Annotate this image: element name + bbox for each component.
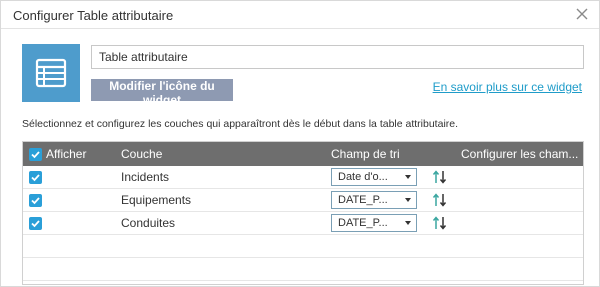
learn-more-link[interactable]: En savoir plus sur ce widget <box>433 80 582 94</box>
layer-name: Equipements <box>121 193 192 207</box>
sort-field-select[interactable]: DATE_P... <box>331 214 417 232</box>
row-show-checkbox[interactable] <box>29 171 42 184</box>
layer-name: Incidents <box>121 170 170 184</box>
widget-icon <box>22 44 80 102</box>
select-all-checkbox[interactable] <box>29 148 42 161</box>
table-row: Equipements DATE_P... <box>23 189 583 212</box>
dialog-titlebar: Configurer Table attributaire <box>1 1 599 29</box>
chevron-down-icon <box>405 221 411 225</box>
table-row: Incidents Date d'o... <box>23 166 583 189</box>
close-icon[interactable] <box>573 5 591 23</box>
row-show-checkbox[interactable] <box>29 194 42 207</box>
checkmark-icon <box>31 220 40 228</box>
sort-field-value: DATE_P... <box>338 194 388 206</box>
empty-row <box>23 258 583 281</box>
sort-arrows-icon[interactable] <box>431 215 449 231</box>
sort-arrows-icon[interactable] <box>431 169 449 185</box>
layers-table: Afficher Couche Champ de tri Configurer … <box>22 141 584 285</box>
checkmark-icon <box>31 174 40 182</box>
widget-name-input[interactable] <box>91 45 584 69</box>
header-show: Afficher <box>46 147 87 161</box>
chevron-down-icon <box>405 198 411 202</box>
sort-arrows-icon[interactable] <box>431 192 449 208</box>
layer-name: Conduites <box>121 216 176 230</box>
row-show-checkbox[interactable] <box>29 217 42 230</box>
sort-field-value: DATE_P... <box>338 217 388 229</box>
table-list-icon <box>35 58 67 88</box>
dialog: Configurer Table attributaire Modifier l… <box>0 0 600 287</box>
dialog-title: Configurer Table attributaire <box>13 8 174 23</box>
checkmark-icon <box>31 197 40 205</box>
header-layer: Couche <box>121 147 163 161</box>
table-header: Afficher Couche Champ de tri Configurer … <box>23 142 583 166</box>
header-sort-field: Champ de tri <box>331 147 400 161</box>
chevron-down-icon <box>405 175 411 179</box>
sort-field-select[interactable]: Date d'o... <box>331 168 417 186</box>
checkmark-icon <box>31 151 40 159</box>
description-text: Sélectionnez et configurez les couches q… <box>22 118 459 130</box>
empty-row <box>23 235 583 258</box>
header-configure-fields: Configurer les cham... <box>461 147 579 161</box>
table-row: Conduites DATE_P... <box>23 212 583 235</box>
sort-field-value: Date d'o... <box>338 171 388 183</box>
modify-widget-icon-button[interactable]: Modifier l'icône du widget <box>91 79 233 107</box>
sort-field-select[interactable]: DATE_P... <box>331 191 417 209</box>
